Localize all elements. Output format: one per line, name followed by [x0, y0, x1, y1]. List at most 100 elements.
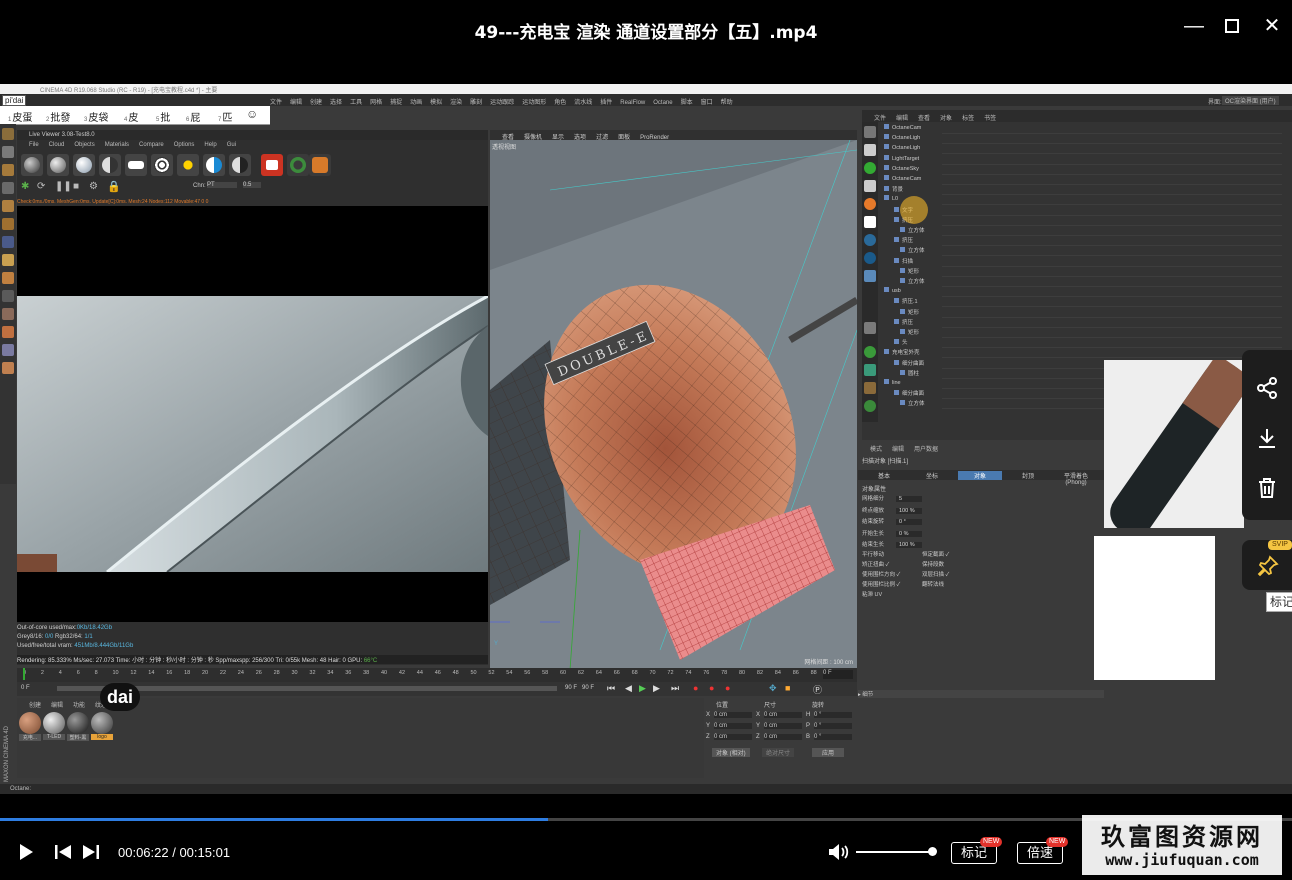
share-icon[interactable]: [1255, 376, 1279, 400]
trash-icon[interactable]: [1255, 476, 1279, 500]
c4d-menu-item[interactable]: 动画: [410, 100, 422, 106]
ime-candidate[interactable]: 4皮: [124, 109, 138, 124]
viewport-menu-item[interactable]: 查看: [502, 135, 514, 141]
c4d-menu-item[interactable]: 捕捉: [390, 100, 402, 106]
c4d-menu-item[interactable]: 流水线: [574, 100, 592, 106]
live-viewer-menu-item[interactable]: Help: [204, 142, 216, 148]
tool-icon[interactable]: [2, 200, 14, 212]
c4d-menu-item[interactable]: 模拟: [430, 100, 442, 106]
coordinate-value[interactable]: 0 cm: [764, 734, 802, 740]
layout-select[interactable]: OC渲染界面 (用户): [1222, 96, 1279, 105]
live-viewer-menu-item[interactable]: Compare: [139, 142, 164, 148]
c4d-menu-item[interactable]: 创建: [310, 100, 322, 106]
render-camera-icon[interactable]: [261, 154, 283, 176]
attribute-checkbox[interactable]: 平行移动: [862, 550, 884, 560]
attribute-tab[interactable]: 封顶: [1006, 471, 1050, 480]
material-slot-selected[interactable]: logo: [91, 712, 113, 742]
close-button[interactable]: ✕: [1258, 12, 1286, 40]
coordinate-value[interactable]: 0 °: [814, 734, 852, 740]
previous-button[interactable]: [54, 844, 72, 865]
object-manager-menu-item[interactable]: 编辑: [896, 116, 908, 122]
live-viewer-menu-item[interactable]: Gui: [227, 142, 236, 148]
material-menu-item[interactable]: 创建: [29, 703, 41, 709]
size-mode-select[interactable]: 绝对尺寸: [762, 748, 795, 757]
object-row[interactable]: usb: [884, 287, 1282, 298]
attribute-tab[interactable]: 对象: [958, 471, 1002, 480]
object-row[interactable]: 挤压: [894, 236, 1282, 247]
channel-select[interactable]: PT: [207, 182, 237, 188]
tool-icon[interactable]: [2, 128, 14, 140]
viewport-menu-item[interactable]: 摄像机: [524, 135, 542, 141]
attribute-details[interactable]: ▸ 细节: [858, 690, 1104, 698]
tool-icon[interactable]: [2, 290, 14, 302]
object-row[interactable]: OctaneLigh: [884, 144, 1282, 155]
sun-icon[interactable]: [177, 154, 199, 176]
c4d-menu-item[interactable]: 文件: [270, 100, 282, 106]
play-timeline-icon[interactable]: ▶: [639, 683, 646, 694]
ime-candidate[interactable]: 3皮袋: [84, 109, 108, 124]
material-slot[interactable]: T-LED: [43, 712, 65, 742]
end-frame-2[interactable]: 90 F: [582, 685, 594, 691]
live-viewer-menu-item[interactable]: File: [29, 142, 39, 148]
move-key-icon[interactable]: ✥: [769, 683, 777, 694]
live-viewer-menu-item[interactable]: Materials: [105, 142, 129, 148]
go-start-icon[interactable]: ⏮: [607, 683, 615, 694]
coordinate-value[interactable]: 0 cm: [714, 712, 752, 718]
live-viewer-menu-item[interactable]: Objects: [74, 142, 94, 148]
rotate-key-icon[interactable]: ■: [785, 683, 790, 693]
attribute-menu-item[interactable]: 用户数据: [914, 447, 938, 453]
video-preview-thumbnail[interactable]: [1104, 360, 1244, 528]
viewport-menu-item[interactable]: 选项: [574, 135, 586, 141]
material-mix-button[interactable]: [99, 154, 121, 176]
tool-icon[interactable]: [2, 236, 14, 248]
ime-candidate[interactable]: 5批: [156, 109, 170, 124]
object-row[interactable]: 背景: [884, 185, 1282, 196]
attribute-value[interactable]: 5: [896, 496, 922, 502]
material-slot[interactable]: 塑料-黑: [67, 712, 89, 742]
param-key-icon[interactable]: Ⓟ: [813, 683, 822, 696]
attribute-checkbox[interactable]: 粘滞 UV: [862, 590, 882, 600]
object-row[interactable]: OctaneSky: [884, 164, 1282, 175]
material-diffuse-button[interactable]: [21, 154, 43, 176]
attribute-value[interactable]: 0 %: [896, 530, 922, 537]
ime-candidate[interactable]: 2批發: [46, 109, 70, 124]
autokey-icon[interactable]: ●: [709, 683, 714, 693]
attribute-checkbox[interactable]: 双层扫描 ✓: [922, 570, 949, 580]
object-row[interactable]: 立方体: [900, 277, 1282, 287]
attribute-checkbox[interactable]: 使用围栏方向 ✓: [862, 570, 900, 580]
coordinate-value[interactable]: 0 °: [814, 723, 852, 729]
object-row[interactable]: 挤压: [894, 318, 1282, 328]
coordinate-value[interactable]: 0 cm: [714, 723, 752, 729]
object-row[interactable]: 细分曲面: [894, 359, 1282, 369]
ime-candidate[interactable]: 6屁: [186, 109, 200, 124]
next-button[interactable]: [82, 844, 100, 865]
viewport-menu-item[interactable]: 显示: [552, 135, 564, 141]
coordinate-value[interactable]: 0 cm: [764, 723, 802, 729]
pause-icon[interactable]: ❚❚: [55, 181, 72, 192]
attribute-menu-item[interactable]: 模式: [870, 447, 882, 453]
prev-key-icon[interactable]: ◀: [625, 683, 632, 694]
object-row[interactable]: 充电宝外壳: [884, 348, 1282, 359]
next-key-icon[interactable]: ▶: [653, 683, 660, 694]
keyframe-icon[interactable]: ●: [725, 683, 730, 693]
c4d-menu-item[interactable]: 运动跟踪: [490, 100, 514, 106]
tool-icon[interactable]: [2, 164, 14, 176]
frame-box[interactable]: 0 F: [823, 670, 853, 679]
object-manager-menu-item[interactable]: 查看: [918, 116, 930, 122]
target-icon[interactable]: [151, 154, 173, 176]
c4d-menu-item[interactable]: 雕刻: [470, 100, 482, 106]
tool-icon[interactable]: [2, 218, 14, 230]
tool-icon[interactable]: [2, 182, 14, 194]
attribute-value[interactable]: 100 %: [896, 542, 922, 548]
gear-icon[interactable]: ⚙: [89, 181, 98, 192]
c4d-menu-item[interactable]: 帮助: [721, 100, 733, 106]
material-menu-item[interactable]: 功能: [73, 703, 85, 709]
half-circle-icon[interactable]: [229, 154, 251, 176]
restart-icon[interactable]: ⟳: [37, 181, 45, 192]
tool-icon[interactable]: [2, 326, 14, 338]
tree-icon[interactable]: [309, 154, 331, 176]
object-row[interactable]: line: [884, 379, 1282, 389]
apply-button[interactable]: 应用: [812, 748, 845, 757]
object-row[interactable]: 扫描: [894, 257, 1282, 267]
viewport-menu-item[interactable]: 面板: [618, 135, 630, 141]
